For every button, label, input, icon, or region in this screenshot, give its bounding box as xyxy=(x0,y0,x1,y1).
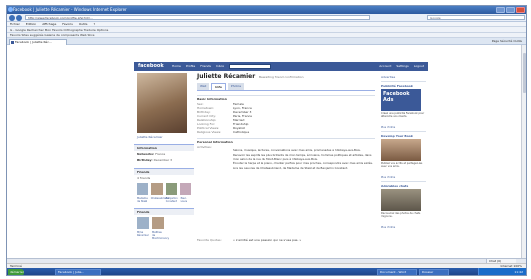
friend-name[interactable]: Paul-Louis xyxy=(181,197,191,203)
menu-file[interactable]: Fichier xyxy=(10,22,20,26)
friend-thumbnail[interactable] xyxy=(151,183,163,195)
nav-logout[interactable]: Logout xyxy=(414,64,424,69)
nav-friends[interactable]: Friends xyxy=(200,64,211,69)
friend-thumbnail[interactable] xyxy=(179,183,191,195)
right-column: Advertise Publicité Facebook Facebook Ad… xyxy=(381,75,426,229)
friend-name[interactable]: Chateaubriand xyxy=(151,197,170,203)
personal-information: Personal Information Activities: Salons,… xyxy=(197,138,375,242)
taskbar-app[interactable]: Dossier xyxy=(419,269,449,275)
window-controls xyxy=(496,7,525,13)
nav-profile[interactable]: Profile xyxy=(186,64,195,69)
search-input[interactable]: Google xyxy=(427,15,525,20)
nav-account[interactable]: Account xyxy=(379,64,391,69)
ad-image[interactable] xyxy=(381,189,421,211)
menu-help[interactable]: ? xyxy=(94,22,96,26)
system-tray-clock[interactable]: 11:42 xyxy=(478,268,526,275)
friend-name[interactable]: Mathieu de Montmorency xyxy=(152,231,169,240)
advertise-title[interactable]: Advertise xyxy=(381,75,426,79)
activities-label: Activities: xyxy=(197,145,212,149)
tab-wall[interactable]: Wall xyxy=(197,83,210,90)
left-column: Juliette Récamier Information Networks: … xyxy=(134,73,194,240)
nav-settings[interactable]: Settings xyxy=(396,64,408,69)
vertical-scrollbar[interactable] xyxy=(521,45,526,264)
minimize-button[interactable] xyxy=(496,7,505,13)
facebook-nav: Home Profile Friends Inbox xyxy=(172,64,224,69)
ad-item[interactable]: Adorables chats Découvrez des photos de … xyxy=(381,181,426,229)
friends-names: Madame de Staël Chateaubriand Benjamin C… xyxy=(134,197,194,203)
tab-photos[interactable]: Photos xyxy=(227,83,245,90)
facebook-logo[interactable]: facebook xyxy=(138,63,164,70)
start-button[interactable]: démarrer xyxy=(8,269,24,275)
friend-thumbnail[interactable] xyxy=(152,217,164,229)
menu-view[interactable]: Affichage xyxy=(42,22,56,26)
close-button[interactable] xyxy=(516,7,525,13)
tab-bar: Facebook | Juliette Réc... Page Sécurité… xyxy=(7,38,526,45)
friend-thumbnail[interactable] xyxy=(137,183,149,195)
taskbar-app[interactable]: Facebook | Julie... xyxy=(55,269,101,275)
tab-info[interactable]: Info xyxy=(211,83,226,90)
address-bar-row: http://www.facebook.com/profile.php?id=.… xyxy=(7,14,526,22)
main-column: Juliette Récamier Bewaiting friend confi… xyxy=(197,73,375,242)
facebook-header: facebook Home Profile Friends Inbox Acco… xyxy=(134,62,428,71)
basic-info-row: Religious Views: Catholique xyxy=(197,130,250,134)
information-box: Information Networks: France Birthday: D… xyxy=(134,144,194,163)
scrollbar-thumb[interactable] xyxy=(523,53,526,93)
friends-box: Friends 4 friends Madame de Staël Chatea… xyxy=(134,168,194,203)
friends-box-2: Friends Mme Récamier Mathieu de Montmore… xyxy=(134,208,194,240)
friend-name[interactable]: Mme Récamier xyxy=(137,231,149,240)
title-bar: Facebook | Juliette Récamier - Windows I… xyxy=(7,6,526,14)
nav-home[interactable]: Home xyxy=(172,64,181,69)
friends-thumbnails-2 xyxy=(134,215,194,231)
back-button[interactable] xyxy=(9,15,15,21)
friend-thumbnail[interactable] xyxy=(165,183,177,195)
friends-names-2: Mme Récamier Mathieu de Montmorency xyxy=(134,231,194,240)
quotes-row: Favorite Quotes: « L'amitié est une passi… xyxy=(197,238,302,242)
friend-thumbnail[interactable] xyxy=(137,217,149,229)
menu-edit[interactable]: Edition xyxy=(26,22,36,26)
facebook-search-input[interactable] xyxy=(229,64,271,69)
account-nav: Account Settings Logout xyxy=(379,64,424,69)
ad-image[interactable] xyxy=(381,139,421,161)
page-tools[interactable]: Page Sécurité Outils xyxy=(492,39,522,44)
ad-item[interactable]: Develop Your Book Publiez vos écrits et … xyxy=(381,131,426,179)
maximize-button[interactable] xyxy=(506,7,515,13)
taskbar-app[interactable]: Document - Word xyxy=(377,269,417,275)
activities-text: Salons, musique, lectures, conversations… xyxy=(233,149,373,171)
browser-window: Facebook | Juliette Récamier - Windows I… xyxy=(6,5,527,276)
profile-tabs: Wall Info Photos xyxy=(197,83,375,91)
forward-button[interactable] xyxy=(16,15,22,21)
menu-favorites[interactable]: Favoris xyxy=(62,22,73,26)
friend-name[interactable]: Benjamin Constant xyxy=(166,197,178,203)
nav-inbox[interactable]: Inbox xyxy=(216,64,224,69)
window-title: Facebook | Juliette Récamier - Windows I… xyxy=(13,7,127,12)
info-row: Birthday: December 3 xyxy=(137,158,172,162)
menu-tools[interactable]: Outils xyxy=(79,22,88,26)
taskbar: démarrer Facebook | Julie... Document - … xyxy=(7,268,526,275)
ad-item[interactable]: Publicité Facebook Facebook Ads Créez un… xyxy=(381,81,426,129)
friend-name[interactable]: Madame de Staël xyxy=(137,197,148,203)
profile-photo[interactable] xyxy=(137,73,187,133)
basic-information: Basic Information Sex: Female Hometown: Ly… xyxy=(197,95,375,134)
ad-image[interactable]: Facebook Ads xyxy=(381,89,421,111)
address-input[interactable]: http://www.facebook.com/profile.php?id=.… xyxy=(25,15,370,20)
profile-status: Bewaiting friend confirmation xyxy=(259,75,304,79)
friends-thumbnails xyxy=(134,181,194,197)
photo-caption[interactable]: Juliette Récamier xyxy=(137,135,194,139)
page-content: facebook Home Profile Friends Inbox Acco… xyxy=(7,45,526,264)
